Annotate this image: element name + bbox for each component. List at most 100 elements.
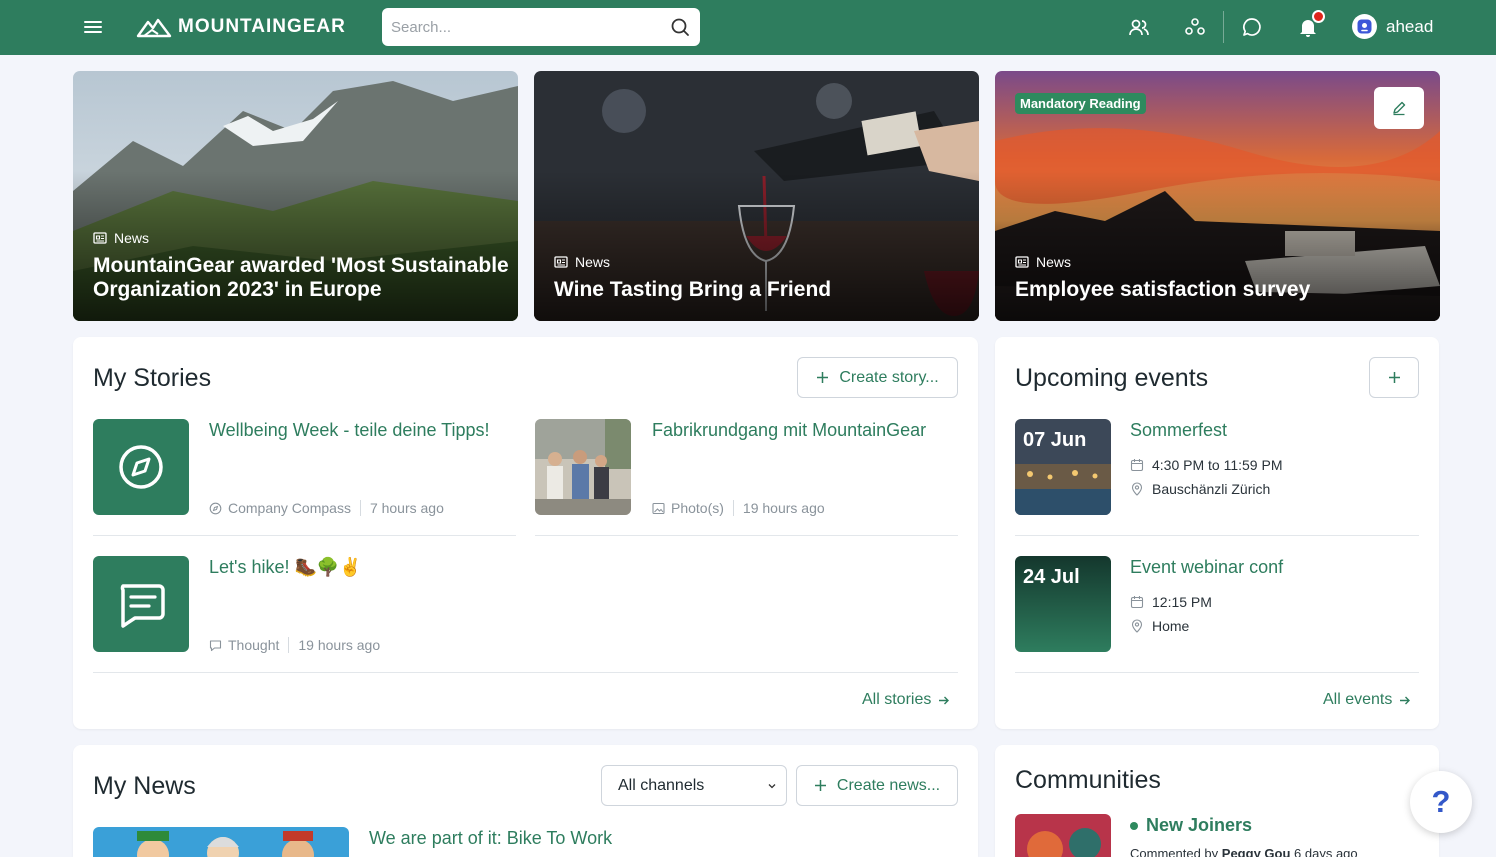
hero-card-wine-tasting[interactable]: News Wine Tasting Bring a Friend bbox=[534, 71, 979, 321]
arrow-right-icon bbox=[939, 696, 950, 704]
hero-category: News bbox=[93, 230, 149, 246]
user-avatar-icon bbox=[1357, 19, 1372, 34]
meta-divider bbox=[732, 500, 734, 516]
location-pin-icon bbox=[1131, 619, 1143, 633]
hero-category: News bbox=[554, 254, 610, 270]
add-event-button[interactable] bbox=[1369, 357, 1419, 398]
story-thumbnail[interactable] bbox=[93, 419, 189, 515]
section-title: Upcoming events bbox=[1015, 364, 1209, 392]
status-dot bbox=[1130, 821, 1138, 830]
event-date: 07 Jun bbox=[1023, 429, 1087, 451]
logo[interactable]: MOUNTAINGEAR bbox=[136, 12, 346, 42]
community-meta: Commented by Peggy Gou 6 days ago bbox=[1130, 846, 1358, 857]
story-thumbnail[interactable] bbox=[535, 419, 631, 515]
story-meta: Company Compass 7 hours ago bbox=[209, 500, 444, 516]
divider bbox=[1015, 535, 1419, 536]
newspaper-icon bbox=[1015, 256, 1029, 268]
create-news-button[interactable]: Create news... bbox=[796, 765, 958, 806]
news-thumbnail[interactable] bbox=[93, 827, 349, 857]
arrow-right-icon bbox=[1400, 696, 1411, 704]
hero-card-survey[interactable]: Mandatory Reading News Employee satisfac… bbox=[995, 71, 1440, 321]
user-menu[interactable]: ahead bbox=[1352, 14, 1433, 39]
event-location: Bauschänzli Zürich bbox=[1130, 481, 1270, 497]
plus-icon bbox=[1388, 372, 1400, 383]
news-title[interactable]: We are part of it: Bike To Work bbox=[369, 828, 612, 849]
photo-icon bbox=[652, 502, 665, 514]
calendar-icon bbox=[1130, 459, 1144, 472]
newspaper-icon bbox=[93, 232, 107, 244]
avatar bbox=[1352, 14, 1377, 39]
create-story-button[interactable]: Create story... bbox=[797, 357, 958, 398]
thought-icon bbox=[209, 639, 222, 651]
section-title: My News bbox=[93, 772, 196, 800]
divider bbox=[93, 535, 516, 536]
event-time: 4:30 PM to 11:59 PM bbox=[1130, 457, 1282, 473]
compass-icon bbox=[119, 445, 163, 489]
event-title[interactable]: Event webinar conf bbox=[1130, 557, 1283, 578]
event-title[interactable]: Sommerfest bbox=[1130, 420, 1227, 441]
community-photo bbox=[1015, 814, 1111, 857]
hero-title: MountainGear awarded 'Most Sustainable O… bbox=[93, 254, 509, 301]
section-title: My Stories bbox=[93, 364, 212, 392]
cartoon-illustration-image bbox=[93, 827, 349, 857]
story-meta: Thought 19 hours ago bbox=[209, 637, 380, 653]
community-name: New Joiners bbox=[1146, 815, 1253, 835]
story-meta: Photo(s) 19 hours ago bbox=[652, 500, 825, 516]
hero-title: Employee satisfaction survey bbox=[1015, 278, 1311, 301]
logo-text: MOUNTAINGEAR bbox=[178, 16, 346, 37]
event-location: Home bbox=[1130, 618, 1189, 634]
event-thumbnail[interactable]: 24 Jul bbox=[1015, 556, 1111, 652]
help-label: ? bbox=[1431, 784, 1451, 819]
calendar-icon bbox=[1130, 596, 1144, 609]
factory-tour-photo bbox=[535, 419, 631, 515]
location-pin-icon bbox=[1131, 482, 1143, 496]
message-icon bbox=[120, 584, 165, 628]
hero-card-sustainability[interactable]: News MountainGear awarded 'Most Sustaina… bbox=[73, 71, 518, 321]
mandatory-reading-badge: Mandatory Reading bbox=[1015, 93, 1146, 114]
search-input[interactable] bbox=[382, 8, 652, 46]
community-item[interactable]: New Joiners bbox=[1130, 815, 1252, 836]
meta-divider bbox=[288, 637, 290, 653]
all-stories-link[interactable]: All stories bbox=[862, 691, 950, 709]
community-thumbnail[interactable] bbox=[1015, 814, 1111, 857]
pencil-icon bbox=[1393, 101, 1406, 116]
story-title[interactable]: Wellbeing Week - teile deine Tipps! bbox=[209, 420, 490, 441]
people-icon[interactable] bbox=[1128, 16, 1150, 38]
event-date: 24 Jul bbox=[1023, 566, 1080, 588]
user-name: ahead bbox=[1386, 16, 1434, 36]
story-thumbnail[interactable] bbox=[93, 556, 189, 652]
divider bbox=[1015, 672, 1419, 673]
notification-badge bbox=[1312, 10, 1325, 23]
divider bbox=[93, 672, 958, 673]
top-bar: MOUNTAINGEAR ahead bbox=[0, 0, 1496, 55]
all-events-link[interactable]: All events bbox=[1323, 691, 1411, 709]
story-title[interactable]: Let's hike! 🥾🌳✌️ bbox=[209, 557, 362, 578]
menu-icon[interactable] bbox=[82, 16, 104, 38]
my-stories-card: My Stories Create story... Wellbeing Wee… bbox=[73, 337, 978, 729]
newspaper-icon bbox=[554, 256, 568, 268]
help-button[interactable]: ? bbox=[1410, 771, 1472, 833]
hero-category: News bbox=[1015, 254, 1071, 270]
channel-select[interactable]: All channels bbox=[601, 765, 787, 806]
communities-card: Communities New Joiners Commented by Peg… bbox=[995, 745, 1439, 857]
edit-button[interactable] bbox=[1374, 87, 1424, 129]
chevron-down-icon bbox=[768, 783, 776, 788]
compass-small-icon bbox=[209, 502, 222, 514]
plus-icon bbox=[817, 372, 829, 383]
hero-title: Wine Tasting Bring a Friend bbox=[554, 278, 832, 301]
chat-icon[interactable] bbox=[1241, 16, 1263, 38]
event-time: 12:15 PM bbox=[1130, 594, 1212, 610]
event-thumbnail[interactable]: 07 Jun bbox=[1015, 419, 1111, 515]
search-icon[interactable] bbox=[670, 17, 690, 37]
topbar-divider bbox=[1223, 11, 1224, 43]
meta-divider bbox=[359, 500, 361, 516]
upcoming-events-card: Upcoming events 07 Jun Sommerfest 4:30 P… bbox=[995, 337, 1439, 729]
section-title: Communities bbox=[1015, 766, 1161, 794]
plus-icon bbox=[814, 780, 826, 791]
mountain-logo-icon bbox=[136, 18, 172, 38]
search-box bbox=[382, 8, 700, 46]
communities-icon[interactable] bbox=[1184, 16, 1206, 38]
divider bbox=[535, 535, 958, 536]
story-title[interactable]: Fabrikrundgang mit MountainGear bbox=[652, 420, 926, 441]
my-news-card: My News All channels Create news... We a… bbox=[73, 745, 978, 857]
